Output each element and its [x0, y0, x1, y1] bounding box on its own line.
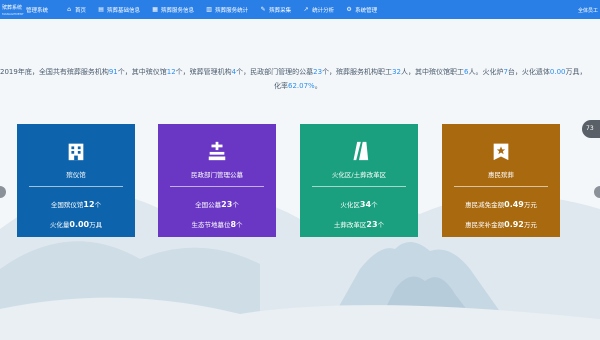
- summary-line-1: 2019年底，全国共有殡葬服务机构91个，其中殡仪馆12个，殡葬管理机构4个，民…: [0, 67, 587, 77]
- nav-label: 殡葬服务信息: [161, 7, 195, 14]
- card-title: 火化区/土葬改革区: [331, 171, 387, 179]
- nav-item-collection[interactable]: ✎ 殡葬采集: [260, 5, 292, 14]
- card-stat-1: 全国公墓23个: [195, 200, 239, 209]
- nav-item-home[interactable]: ⌂ 首页: [66, 6, 86, 14]
- document-icon: ▤: [98, 5, 104, 13]
- card-stat-2: 惠民奖补金额0.92万元: [465, 220, 537, 229]
- card-title: 民政部门管理公墓: [191, 171, 243, 179]
- chart-icon: ▥: [206, 5, 212, 13]
- user-menu[interactable]: 全体员工: [578, 7, 598, 14]
- card-title: 殡仪馆: [66, 171, 86, 179]
- main-nav: 管理系统 ⌂ 首页 ▤ 殡葬基础信息 ▦ 殡葬服务信息 ▥ 殡葬服务统计 ✎ 殡…: [26, 0, 389, 19]
- card-funeral-homes[interactable]: 殡仪馆 全国殡仪馆12个 火化量0.00万具: [17, 124, 135, 237]
- nav-label: 殡葬服务统计: [215, 7, 249, 14]
- nav-item-service-stats[interactable]: ▥ 殡葬服务统计: [206, 6, 248, 14]
- summary-value: 91: [108, 68, 118, 76]
- summary-text-segment: 个，殡葬管理机构: [175, 68, 232, 76]
- grid-icon: ▦: [152, 5, 158, 13]
- summary-text-segment: 。: [314, 82, 322, 90]
- brand-name: 殡葬系统: [2, 5, 23, 11]
- nav-item-system-settings[interactable]: ⚙ 系统管理: [346, 6, 377, 14]
- summary-text-segment: 台，火化遗体: [507, 68, 550, 76]
- card-divider: [29, 186, 123, 187]
- nav-label: 首页: [75, 7, 87, 14]
- nav-label: 殡葬采集: [269, 7, 292, 14]
- nav-label: 系统管理: [355, 7, 378, 14]
- summary-value: 32: [392, 68, 401, 76]
- summary-value: 12: [166, 68, 176, 76]
- tombstone-icon: [208, 141, 226, 161]
- nav-item-system-title[interactable]: 管理系统: [26, 6, 48, 14]
- card-divider: [312, 186, 406, 187]
- summary-text-segment: 个，殡葬服务机构职工: [322, 68, 393, 76]
- floating-badge[interactable]: 73: [582, 120, 600, 138]
- card-stat-2: 土葬改革区23个: [333, 220, 385, 229]
- card-stat-1: 火化区34个: [340, 200, 378, 209]
- road-icon: [353, 141, 369, 161]
- nav-item-analysis[interactable]: ↗ 统计分析: [303, 5, 335, 14]
- summary-value: 23: [313, 68, 323, 76]
- gear-icon: ⚙: [346, 5, 352, 13]
- card-title: 惠民殡葬: [488, 171, 514, 179]
- card-stat-1: 全国殡仪馆12个: [50, 200, 102, 209]
- nav-item-service-info[interactable]: ▦ 殡葬服务信息: [152, 6, 194, 14]
- edit-icon: ✎: [260, 5, 266, 13]
- carousel-next-button[interactable]: [594, 186, 600, 198]
- star-book-icon: [493, 143, 509, 161]
- home-icon: ⌂: [67, 5, 71, 13]
- top-navbar: 殡葬系统 MANAGEMENT 管理系统 ⌂ 首页 ▤ 殡葬基础信息 ▦ 殡葬服…: [0, 0, 600, 19]
- card-welfare-funeral[interactable]: 惠民殡葬 惠民减免金额0.49万元 惠民奖补金额0.92万元: [442, 124, 560, 237]
- summary-text-segment: 万具，: [565, 68, 587, 76]
- summary-text-segment: 2019年底，全国共有殡葬服务机构: [0, 68, 109, 76]
- nav-label: 统计分析: [312, 7, 335, 14]
- card-stat-2: 火化量0.00万具: [49, 220, 103, 229]
- nav-label: 殡葬基础信息: [107, 7, 141, 14]
- summary-text-segment: 人，其中殡仪馆职工: [400, 68, 464, 76]
- card-stat-2: 生态节地墓位8个: [191, 220, 243, 229]
- card-divider: [170, 186, 264, 187]
- summary-text-segment: 人。火化炉: [468, 68, 504, 76]
- card-cremation-zones[interactable]: 火化区/土葬改革区 火化区34个 土葬改革区23个: [300, 124, 418, 237]
- card-public-cemeteries[interactable]: 民政部门管理公墓 全国公墓23个 生态节地墓位8个: [158, 124, 276, 237]
- brand-logo[interactable]: 殡葬系统 MANAGEMENT: [2, 2, 24, 16]
- nav-item-basic-info[interactable]: ▤ 殡葬基础信息: [98, 6, 140, 14]
- trend-icon: ↗: [303, 5, 309, 13]
- card-divider: [454, 186, 548, 187]
- summary-text-segment: 个，民政部门管理的公墓: [236, 68, 314, 76]
- card-stat-1: 惠民减免金额0.49万元: [465, 200, 537, 209]
- building-icon: [68, 143, 84, 161]
- summary-value: 0.00: [549, 68, 566, 76]
- brand-subtitle: MANAGEMENT: [2, 12, 24, 16]
- nav-label: 管理系统: [26, 7, 49, 14]
- summary-value: 62.07%: [288, 82, 315, 90]
- summary-text-segment: 化率: [274, 82, 288, 90]
- summary-line-2: 化率62.07%。: [274, 81, 322, 91]
- summary-text-segment: 个，其中殡仪馆: [117, 68, 167, 76]
